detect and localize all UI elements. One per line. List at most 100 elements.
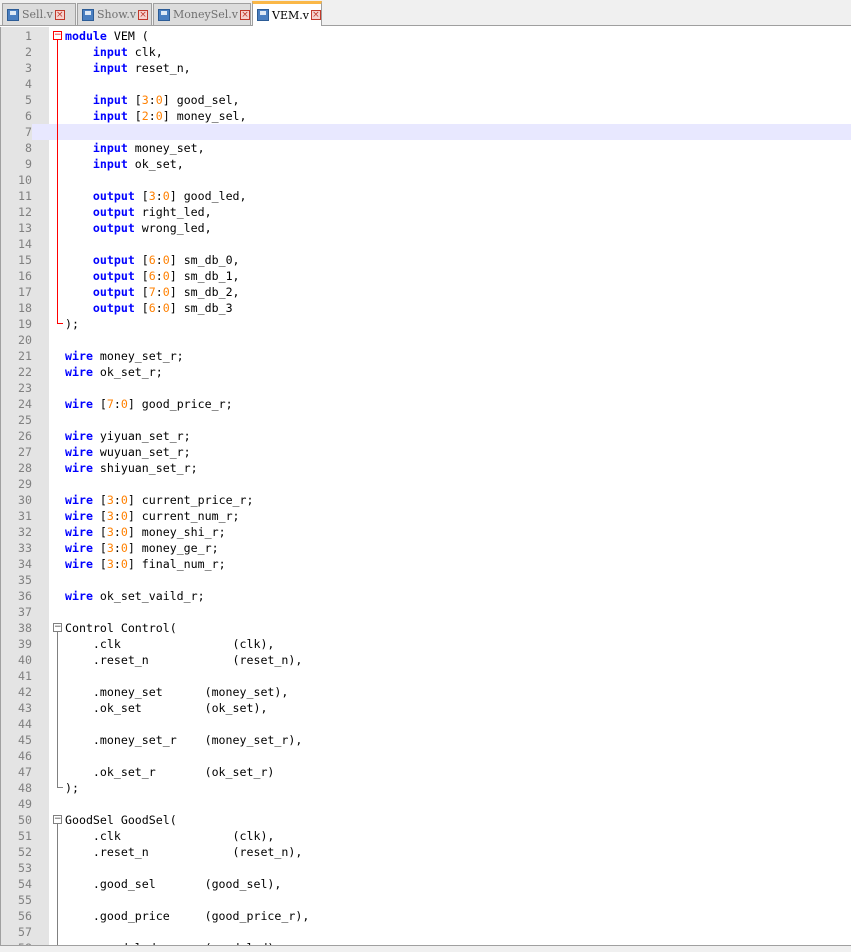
- code-line[interactable]: 16 output [6:0] sm_db_1,: [1, 268, 851, 284]
- code-line[interactable]: 20: [1, 332, 851, 348]
- code-line[interactable]: 14: [1, 236, 851, 252]
- text-token: [: [134, 189, 149, 203]
- code-line[interactable]: 10: [1, 172, 851, 188]
- text-token: ] sm_db_3: [169, 301, 233, 315]
- code-line[interactable]: 1 − module VEM (: [1, 28, 851, 44]
- code-line[interactable]: 46: [1, 748, 851, 764]
- keyword-token: wire: [65, 461, 93, 475]
- keyword-token: wire: [65, 557, 93, 571]
- code-line[interactable]: 3 input reset_n,: [1, 60, 851, 76]
- code-line[interactable]: 52 .reset_n (reset_n),: [1, 844, 851, 860]
- code-line[interactable]: 47 .ok_set_r (ok_set_r): [1, 764, 851, 780]
- code-line[interactable]: 7: [1, 124, 851, 140]
- code-line[interactable]: 41: [1, 668, 851, 684]
- number-token: 0: [162, 253, 170, 267]
- code-line[interactable]: 27 wire wuyuan_set_r;: [1, 444, 851, 460]
- close-icon[interactable]: ×: [239, 9, 250, 20]
- line-number: 55: [1, 892, 32, 908]
- code-line[interactable]: 30 wire [3:0] current_price_r;: [1, 492, 851, 508]
- code-line[interactable]: 55: [1, 892, 851, 908]
- fold-line: [57, 252, 58, 268]
- code-line[interactable]: 50 − GoodSel GoodSel(: [1, 812, 851, 828]
- fold-line: [57, 828, 58, 844]
- code-editor[interactable]: 1− module VEM (2 input clk, 3 input reset_…: [0, 27, 851, 945]
- line-number: 10: [1, 172, 32, 188]
- code-line[interactable]: 37: [1, 604, 851, 620]
- save-icon: [257, 9, 269, 21]
- code-line[interactable]: 33 wire [3:0] money_ge_r;: [1, 540, 851, 556]
- line-number: 51: [1, 828, 32, 844]
- code-line[interactable]: 54 .good_sel (good_sel),: [1, 876, 851, 892]
- code-line[interactable]: 25: [1, 412, 851, 428]
- code-line[interactable]: 43 .ok_set (ok_set),: [1, 700, 851, 716]
- code-line[interactable]: 56 .good_price (good_price_r),: [1, 908, 851, 924]
- code-line[interactable]: 26 wire yiyuan_set_r;: [1, 428, 851, 444]
- code-line[interactable]: 17 output [7:0] sm_db_2,: [1, 284, 851, 300]
- code-text: wire money_set_r;: [65, 348, 184, 364]
- code-line[interactable]: 36 wire ok_set_vaild_r;: [1, 588, 851, 604]
- code-text: .good_price (good_price_r),: [65, 908, 309, 924]
- tab-sell-v[interactable]: Sell.v ×: [2, 3, 76, 25]
- code-line[interactable]: 57: [1, 924, 851, 940]
- line-number: 8: [1, 140, 32, 156]
- code-line[interactable]: 45 .money_set_r (money_set_r),: [1, 732, 851, 748]
- close-icon[interactable]: ×: [138, 9, 149, 20]
- code-text: module VEM (: [65, 28, 149, 44]
- text-token: ] money_shi_r;: [127, 525, 226, 539]
- code-line[interactable]: 13 output wrong_led,: [1, 220, 851, 236]
- text-token: ] sm_db_2,: [169, 285, 240, 299]
- save-icon: [158, 8, 170, 21]
- code-line[interactable]: 24 wire [7:0] good_price_r;: [1, 396, 851, 412]
- close-icon[interactable]: ×: [310, 10, 321, 20]
- code-line[interactable]: 34 wire [3:0] final_num_r;: [1, 556, 851, 572]
- text-token: );: [65, 317, 79, 331]
- code-line[interactable]: 44: [1, 716, 851, 732]
- code-line[interactable]: 15 output [6:0] sm_db_0,: [1, 252, 851, 268]
- keyword-token: module: [65, 29, 107, 43]
- code-line[interactable]: 28 wire shiyuan_set_r;: [1, 460, 851, 476]
- code-line[interactable]: 18 output [6:0] sm_db_3: [1, 300, 851, 316]
- code-line[interactable]: 48);: [1, 780, 851, 796]
- code-line[interactable]: 31 wire [3:0] current_num_r;: [1, 508, 851, 524]
- code-line[interactable]: 51 .clk (clk),: [1, 828, 851, 844]
- code-line[interactable]: 35: [1, 572, 851, 588]
- code-line[interactable]: 39 .clk (clk),: [1, 636, 851, 652]
- code-line[interactable]: 6 input [2:0] money_sel,: [1, 108, 851, 124]
- fold-line: [57, 300, 58, 316]
- code-line[interactable]: 5 input [3:0] good_sel,: [1, 92, 851, 108]
- close-icon[interactable]: ×: [54, 9, 65, 20]
- code-line[interactable]: 38 − Control Control(: [1, 620, 851, 636]
- code-line[interactable]: 42 .money_set (money_set),: [1, 684, 851, 700]
- code-text: .reset_n (reset_n),: [65, 844, 302, 860]
- code-line[interactable]: 29: [1, 476, 851, 492]
- horizontal-scrollbar[interactable]: [0, 945, 851, 952]
- tab-show-v[interactable]: Show.v ×: [77, 3, 152, 25]
- code-line[interactable]: 2 input clk,: [1, 44, 851, 60]
- code-line[interactable]: 32 wire [3:0] money_shi_r;: [1, 524, 851, 540]
- code-line[interactable]: 19);: [1, 316, 851, 332]
- code-line[interactable]: 23: [1, 380, 851, 396]
- tab-moneysel-v[interactable]: MoneySel.v ×: [153, 3, 251, 25]
- fold-toggle-icon[interactable]: −: [53, 815, 62, 824]
- code-line[interactable]: 11 output [3:0] good_led,: [1, 188, 851, 204]
- code-line[interactable]: 21 wire money_set_r;: [1, 348, 851, 364]
- code-line[interactable]: 22 wire ok_set_r;: [1, 364, 851, 380]
- text-token: ] current_price_r;: [127, 493, 254, 507]
- text-token: :: [155, 189, 163, 203]
- line-number: 22: [1, 364, 32, 380]
- text-token: yiyuan_set_r;: [92, 429, 191, 443]
- code-line[interactable]: 12 output right_led,: [1, 204, 851, 220]
- code-line[interactable]: 4: [1, 76, 851, 92]
- code-line[interactable]: 40 .reset_n (reset_n),: [1, 652, 851, 668]
- line-number: 20: [1, 332, 32, 348]
- tab-vem-v[interactable]: VEM.v ×: [252, 1, 322, 26]
- code-line[interactable]: 49: [1, 796, 851, 812]
- code-line[interactable]: 9 input ok_set,: [1, 156, 851, 172]
- fold-toggle-icon[interactable]: −: [53, 31, 62, 40]
- line-number: 44: [1, 716, 32, 732]
- text-token: right_led,: [134, 205, 212, 219]
- fold-toggle-icon[interactable]: −: [53, 623, 62, 632]
- code-line[interactable]: 8 input money_set,: [1, 140, 851, 156]
- code-line[interactable]: 53: [1, 860, 851, 876]
